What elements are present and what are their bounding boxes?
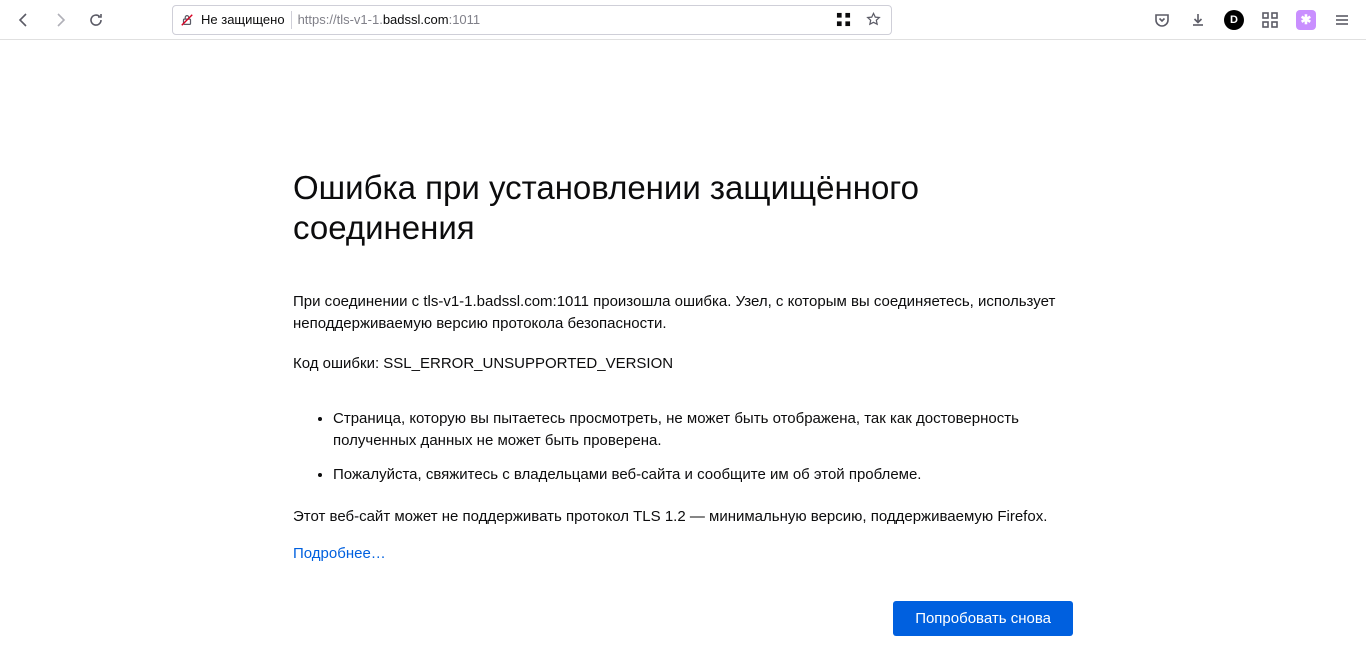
error-page: Ошибка при установлении защищённого соед… [0,40,1366,636]
forward-button[interactable] [44,4,76,36]
list-item: Страница, которую вы пытаетесь просмотре… [333,408,1073,452]
url-bar[interactable]: Не защищено https://tls-v1-1.badssl.com:… [172,5,892,35]
bookmark-star-icon[interactable] [861,8,885,32]
back-button[interactable] [8,4,40,36]
learn-more-link[interactable]: Подробнее… [293,545,386,562]
list-item: Пожалуйста, свяжитесь с владельцами веб-… [333,464,1073,486]
apps-grid-icon[interactable] [1254,4,1286,36]
browser-toolbar: Не защищено https://tls-v1-1.badssl.com:… [0,0,1366,40]
security-label: Не защищено [201,12,285,27]
extension-dark-icon[interactable]: D [1218,4,1250,36]
app-menu-icon[interactable] [1326,4,1358,36]
qr-icon[interactable] [831,8,855,32]
tls-note: Этот веб-сайт может не поддерживать прот… [293,506,1073,528]
error-bullet-list: Страница, которую вы пытаетесь просмотре… [293,408,1073,485]
extension-purple-icon[interactable]: ✱ [1290,4,1322,36]
error-code: Код ошибки: SSL_ERROR_UNSUPPORTED_VERSIO… [293,353,1073,375]
url-text: https://tls-v1-1.badssl.com:1011 [298,12,825,27]
insecure-lock-icon [179,12,195,28]
reload-button[interactable] [80,4,112,36]
separator [291,11,292,29]
error-title: Ошибка при установлении защищённого соед… [293,168,1073,247]
pocket-icon[interactable] [1146,4,1178,36]
downloads-icon[interactable] [1182,4,1214,36]
error-description: При соединении с tls-v1-1.badssl.com:101… [293,291,1073,335]
retry-button[interactable]: Попробовать снова [893,601,1073,636]
